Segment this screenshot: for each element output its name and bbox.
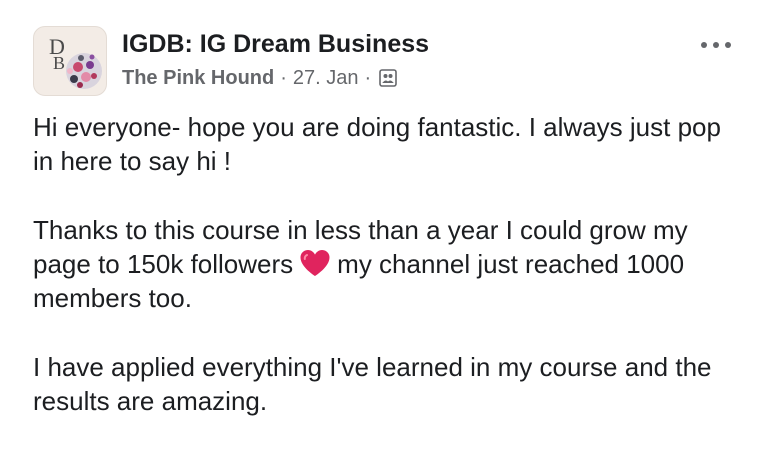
group-avatar[interactable]: D B — [33, 26, 107, 96]
heart-emoji-icon — [299, 249, 331, 277]
post-body: Hi everyone- hope you are doing fantasti… — [33, 110, 748, 453]
post-card: D B IGDB: IG Dream Business The Pink Hou… — [0, 0, 764, 429]
post-header: D B IGDB: IG Dream Business The Pink Hou… — [33, 26, 733, 96]
post-paragraph-2: Thanks to this course in less than a yea… — [33, 213, 748, 315]
group-name[interactable]: IGDB: IG Dream Business — [122, 30, 429, 59]
post-paragraph-1: Hi everyone- hope you are doing fantasti… — [33, 112, 721, 176]
meta-separator-2: · — [364, 67, 372, 89]
members-icon — [379, 69, 397, 87]
meta-separator: · — [280, 67, 287, 89]
author-name[interactable]: The Pink Hound — [122, 68, 274, 88]
post-date[interactable]: 27. Jan — [293, 68, 359, 88]
post-meta: The Pink Hound · 27. Jan · — [122, 68, 397, 88]
post-paragraph-3: I have applied everything I've learned i… — [33, 352, 712, 416]
more-options-icon[interactable] — [699, 38, 733, 52]
avatar-artwork — [66, 53, 102, 89]
